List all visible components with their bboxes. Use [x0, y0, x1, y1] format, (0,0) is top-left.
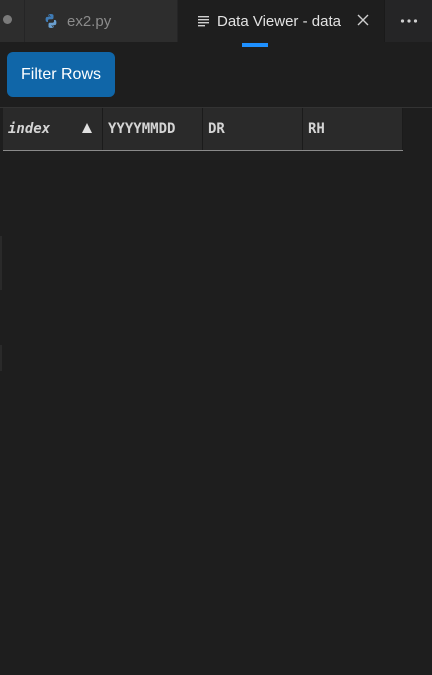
- sort-ascending-icon: [82, 123, 92, 133]
- column-label: RH: [308, 121, 325, 137]
- tab-previous-partial[interactable]: [0, 0, 25, 42]
- data-grid-body[interactable]: [3, 151, 403, 671]
- column-label: index: [8, 121, 51, 137]
- data-viewer-window: ex2.py Data Viewer - data Filter Rows in…: [0, 0, 432, 675]
- tab-data-viewer[interactable]: Data Viewer - data: [178, 0, 384, 47]
- ellipsis-icon: [400, 19, 417, 23]
- more-actions-button[interactable]: [384, 0, 432, 42]
- column-header-rh[interactable]: RH: [303, 108, 403, 150]
- data-grid-header: index YYYYMMDD DR RH: [3, 108, 403, 151]
- tab-bar: ex2.py Data Viewer - data: [0, 0, 432, 47]
- python-icon: [45, 14, 57, 28]
- tab-ex2-py[interactable]: ex2.py: [25, 0, 178, 42]
- tab-label: ex2.py: [67, 12, 112, 30]
- column-header-index[interactable]: index: [3, 108, 103, 150]
- column-label: DR: [208, 121, 225, 137]
- tab-label: Data Viewer - data: [217, 12, 341, 30]
- column-header-yyyymmdd[interactable]: YYYYMMDD: [103, 108, 203, 150]
- unsaved-dot-icon: [3, 15, 12, 24]
- column-header-dr[interactable]: DR: [203, 108, 303, 150]
- active-tab-indicator: [242, 43, 268, 47]
- close-icon[interactable]: [356, 13, 370, 27]
- filter-rows-button[interactable]: Filter Rows: [7, 52, 115, 97]
- gutter-mark: [0, 345, 2, 371]
- document-lines-icon: [198, 16, 209, 27]
- gutter-mark: [0, 236, 2, 290]
- column-label: YYYYMMDD: [108, 121, 176, 137]
